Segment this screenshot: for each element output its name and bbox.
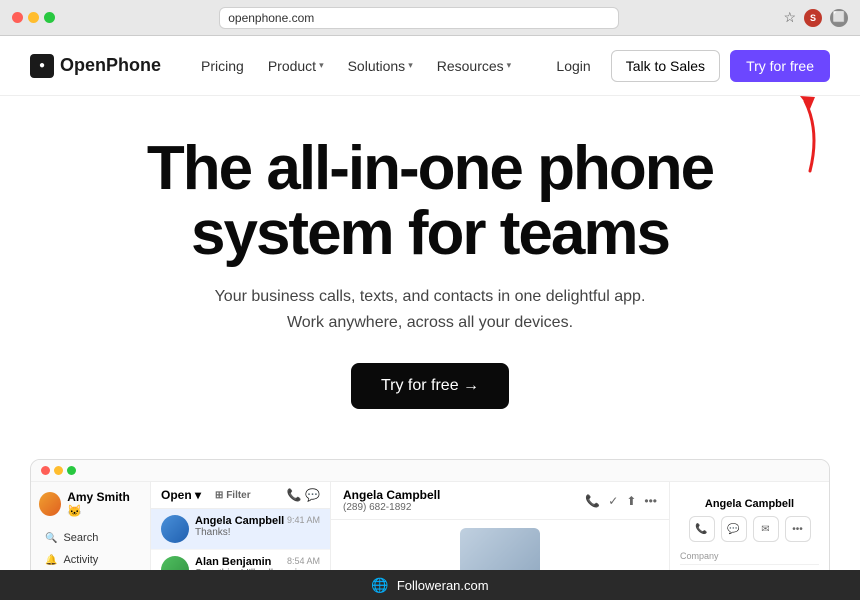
website-content: OpenPhone Pricing Product ▾ Solutions ▾ … — [0, 36, 860, 570]
app-sidebar: Amy Smith 🐱 🔍 Search 🔔 Activity 👤 Contac… — [31, 482, 151, 570]
logo-text: OpenPhone — [60, 55, 161, 76]
solutions-chevron: ▾ — [408, 60, 413, 71]
contact-call-btn[interactable]: 📞 — [689, 516, 715, 542]
conv-msg-1: Thanks! — [195, 527, 320, 538]
conv-time-2: 8:54 AM — [287, 556, 320, 568]
maximize-dot[interactable] — [44, 12, 55, 23]
app-user-avatar — [39, 492, 61, 516]
hero-section: The all-in-one phone system for teams Yo… — [0, 96, 860, 459]
talk-to-sales-button[interactable]: Talk to Sales — [611, 50, 720, 82]
conv-item-2[interactable]: Alan Benjamin 8:54 AM Sure thing! I'll c… — [151, 550, 330, 570]
app-user-name: Amy Smith 🐱 — [67, 490, 142, 518]
chat-contact-phone: (289) 682-1892 — [343, 502, 440, 513]
contact-actions: 📞 💬 ✉ ••• — [689, 516, 811, 542]
contact-more-btn[interactable]: ••• — [785, 516, 811, 542]
browser-chrome: openphone.com ☆ S ⬜ — [0, 0, 860, 36]
chat-image — [460, 528, 540, 570]
conv-info-1: Angela Campbell 9:41 AM Thanks! — [195, 515, 320, 538]
call-icon[interactable]: 📞 — [585, 494, 600, 508]
app-preview: Amy Smith 🐱 🔍 Search 🔔 Activity 👤 Contac… — [30, 459, 830, 570]
chat-body: Today, 9:36 AM — [331, 520, 669, 570]
conversation-list: Open ▾ ⊞ Filter 📞 💬 Angela Campbell 9:41… — [151, 482, 331, 570]
chat-contact-name: Angela Campbell — [343, 488, 440, 502]
nav-resources[interactable]: Resources ▾ — [427, 52, 521, 80]
footer-text: Followeran.com — [397, 578, 489, 593]
bookmark-icon[interactable]: ☆ — [783, 9, 796, 26]
app-min-dot — [54, 466, 63, 475]
browser-icons: ☆ S ⬜ — [783, 9, 848, 27]
resources-chevron: ▾ — [507, 60, 512, 71]
app-max-dot — [67, 466, 76, 475]
conv-info-2: Alan Benjamin 8:54 AM Sure thing! I'll c… — [195, 556, 320, 570]
activity-icon: 🔔 — [45, 555, 57, 566]
chat-actions: 📞 ✓ ⬆ ••• — [585, 494, 657, 508]
conv-name-2: Alan Benjamin — [195, 556, 271, 568]
navbar: OpenPhone Pricing Product ▾ Solutions ▾ … — [0, 36, 860, 96]
minimize-dot[interactable] — [28, 12, 39, 23]
product-chevron: ▾ — [319, 60, 324, 71]
login-button[interactable]: Login — [546, 52, 600, 80]
footer-bar: 🌐 Followeran.com — [0, 570, 860, 600]
check-icon[interactable]: ✓ — [608, 494, 618, 508]
conv-msg-2: Sure thing! I'll call you in a sec — [195, 568, 320, 570]
conv-time-1: 9:41 AM — [287, 515, 320, 527]
contact-mail-btn[interactable]: ✉ — [753, 516, 779, 542]
more-icon[interactable]: ••• — [644, 494, 657, 508]
extension-icon[interactable]: ⬜ — [830, 9, 848, 27]
contact-name: Angela Campbell — [705, 498, 794, 510]
contact-msg-btn[interactable]: 💬 — [721, 516, 747, 542]
contact-company: Company — [680, 548, 819, 565]
address-bar[interactable]: openphone.com — [219, 7, 619, 29]
contact-panel: Angela Campbell 📞 💬 ✉ ••• Company logan — [669, 482, 829, 570]
conv-header: Open ▾ ⊞ Filter 📞 💬 — [151, 482, 330, 509]
globe-icon: 🌐 — [371, 577, 388, 594]
nav-product[interactable]: Product ▾ — [258, 52, 334, 80]
url-text: openphone.com — [228, 11, 314, 25]
conv-avatar-1 — [161, 515, 189, 543]
app-titlebar — [31, 460, 829, 482]
search-icon: 🔍 — [45, 533, 57, 544]
try-for-free-button[interactable]: Try for free — [730, 50, 830, 82]
conv-avatar-2 — [161, 556, 189, 570]
app-nav-activity[interactable]: 🔔 Activity — [39, 550, 142, 570]
nav-right: Login Talk to Sales Try for free — [546, 50, 830, 82]
nav-solutions[interactable]: Solutions ▾ — [338, 52, 423, 80]
hero-title: The all-in-one phone system for teams — [20, 136, 840, 266]
conv-name-1: Angela Campbell — [195, 515, 284, 527]
logo-icon — [30, 54, 54, 78]
conv-item-1[interactable]: Angela Campbell 9:41 AM Thanks! — [151, 509, 330, 550]
close-dot[interactable] — [12, 12, 23, 23]
app-user: Amy Smith 🐱 — [39, 490, 142, 518]
hero-subtitle: Your business calls, texts, and contacts… — [20, 284, 840, 335]
app-nav-search[interactable]: 🔍 Search — [39, 528, 142, 548]
nav-pricing[interactable]: Pricing — [191, 52, 254, 80]
hero-cta-button[interactable]: Try for free → — [351, 363, 509, 409]
nav-links: Pricing Product ▾ Solutions ▾ Resources … — [191, 52, 521, 80]
titlebar-dots — [41, 466, 76, 475]
share-icon[interactable]: ⬆ — [626, 494, 636, 508]
filter-label[interactable]: ⊞ Filter — [215, 490, 251, 501]
chat-header: Angela Campbell (289) 682-1892 📞 ✓ ⬆ ••• — [331, 482, 669, 520]
app-close-dot — [41, 466, 50, 475]
compose-actions: 📞 💬 — [287, 488, 320, 502]
logo[interactable]: OpenPhone — [30, 54, 161, 78]
profile-icon[interactable]: S — [804, 9, 822, 27]
chat-area: Angela Campbell (289) 682-1892 📞 ✓ ⬆ •••… — [331, 482, 669, 570]
browser-dots — [12, 12, 55, 23]
